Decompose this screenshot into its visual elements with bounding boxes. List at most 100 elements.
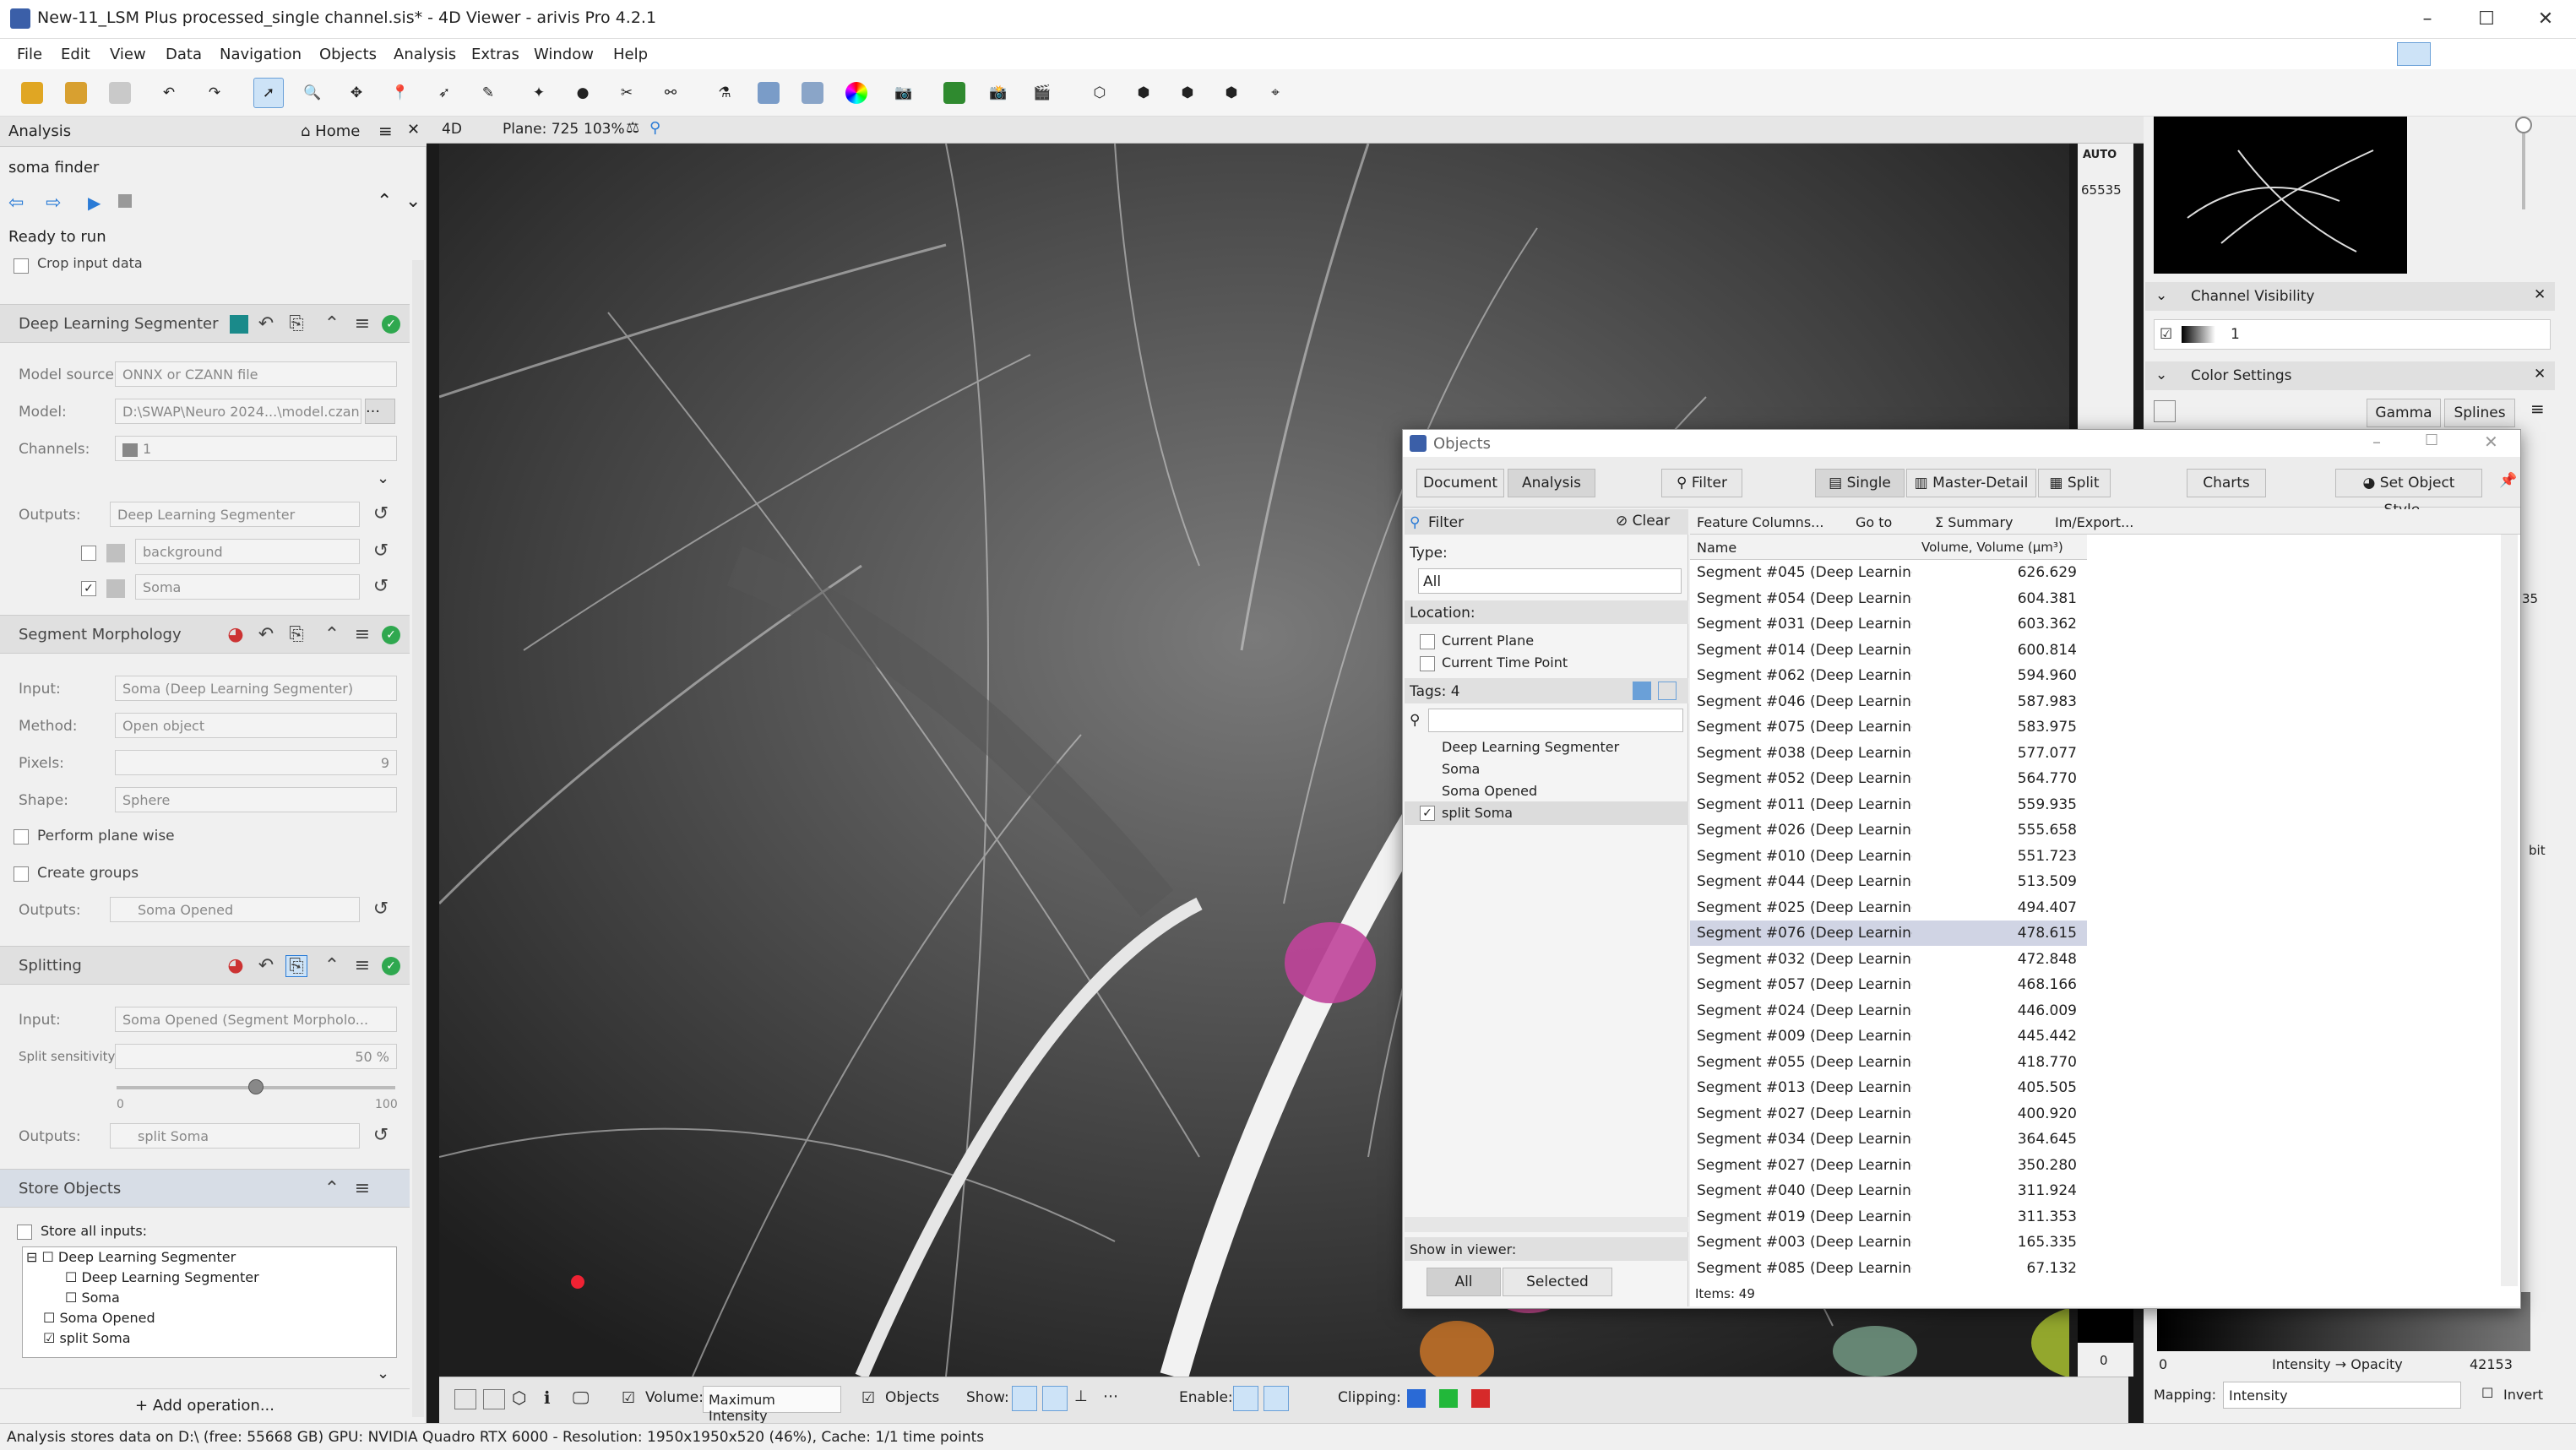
tag-item[interactable]: Soma (1442, 761, 1480, 777)
pin-icon[interactable]: 📌 (2499, 472, 2517, 489)
dls-outputs-field[interactable]: Deep Learning Segmenter (110, 502, 360, 527)
tree-item[interactable]: ☐ Soma (65, 1290, 120, 1306)
store-section-header[interactable]: Store Objects ⌃ ≡ (0, 1169, 410, 1208)
enable-eye-icon[interactable] (1233, 1386, 1258, 1411)
run-icon[interactable]: ▶ (88, 193, 101, 213)
tag-search-input[interactable] (1428, 709, 1683, 732)
overview-thumbnail[interactable] (2154, 117, 2407, 274)
layout-1-icon[interactable] (454, 1389, 476, 1409)
view-master-detail-button[interactable]: ▥ Master-Detail (1906, 469, 2036, 497)
set-object-style-button[interactable]: ◕ Set Object Style... (2335, 469, 2482, 519)
tab-analysis[interactable]: Analysis (1508, 469, 1595, 497)
split-input-select[interactable]: Soma Opened (Segment Morpholo... (115, 1007, 397, 1032)
crosshair-icon[interactable]: ⌖ (1260, 78, 1291, 108)
table-row[interactable]: Segment #019 (Deep Learning ... 311.353 (1690, 1204, 2087, 1230)
pan-tool-icon[interactable]: ✥ (341, 78, 372, 108)
menu-navigation[interactable]: Navigation (220, 46, 302, 63)
invert-checkbox[interactable]: ☐ (2481, 1385, 2493, 1401)
crop-checkbox[interactable] (14, 258, 29, 274)
cube-icon[interactable]: ⬡ (512, 1388, 526, 1408)
import-export-button[interactable]: Im/Export... (2055, 514, 2133, 530)
reset-icon[interactable]: ↺ (370, 503, 392, 525)
tab-document[interactable]: Document (1416, 469, 1504, 497)
table-row[interactable]: Segment #040 (Deep Learning ... 311.924 (1690, 1178, 2087, 1203)
table-row[interactable]: Segment #054 (Deep Learning ... 604.381 (1690, 586, 2087, 611)
table-icon[interactable] (753, 78, 784, 108)
table-row[interactable]: Segment #038 (Deep Learning ... 577.077 (1690, 741, 2087, 766)
enable-target-icon[interactable] (1264, 1386, 1289, 1411)
expand-icon[interactable]: ⌄ (377, 1365, 389, 1382)
options-icon[interactable]: ≡ (2530, 399, 2545, 419)
magic-wand-icon[interactable]: ✦ (524, 78, 554, 108)
brush-tool-icon[interactable]: ● (568, 78, 598, 108)
close-icon[interactable]: ✕ (407, 121, 420, 138)
soma-field[interactable]: Soma (135, 574, 360, 600)
show-selected-button[interactable]: Selected (1503, 1268, 1612, 1296)
table-row[interactable]: Segment #052 (Deep Learning ... 564.770 (1690, 766, 2087, 791)
cube-dark-icon[interactable]: ⬢ (1216, 78, 1247, 108)
connect-tool-icon[interactable]: ⚯ (655, 78, 686, 108)
clip-z-button[interactable] (1471, 1389, 1490, 1408)
minimize-button[interactable]: – (2372, 432, 2381, 452)
layout-toggle-icon[interactable] (2397, 42, 2431, 66)
morph-outputs-field[interactable]: Soma Opened (110, 897, 360, 922)
split-section-header[interactable]: Splitting ◕ ↶ ⎘ ⌃ ≡ ✓ (0, 946, 410, 985)
table-row[interactable]: Segment #034 (Deep Learning ... 364.645 (1690, 1127, 2087, 1152)
tag-add-icon[interactable] (1633, 682, 1651, 700)
channels-select[interactable]: 1 (115, 436, 397, 461)
reset-icon[interactable]: ↺ (370, 540, 392, 562)
menu-file[interactable]: File (17, 46, 42, 63)
color-settings-header[interactable]: ⌄ Color Settings ✕ (2145, 361, 2555, 390)
table-row[interactable]: Segment #057 (Deep Learning ... 468.166 (1690, 972, 2087, 997)
cube-icon[interactable]: ⬢ (1128, 78, 1159, 108)
pin-tool-icon[interactable]: 📍 (385, 78, 416, 108)
table-row[interactable]: Segment #062 (Deep Learning ... 594.960 (1690, 663, 2087, 688)
table-row[interactable]: Segment #013 (Deep Learning ... 405.505 (1690, 1075, 2087, 1100)
collapse-icon[interactable]: ⌃ (321, 1178, 343, 1200)
collapse-down-icon[interactable]: ⌄ (405, 191, 421, 212)
draw-tool-icon[interactable]: ✎ (473, 78, 503, 108)
table-row[interactable]: Segment #026 (Deep Learning ... 555.658 (1690, 817, 2087, 843)
channel-row[interactable]: ☑ 1 (2154, 319, 2551, 350)
table-row[interactable]: Segment #055 (Deep Learning ... 418.770 (1690, 1050, 2087, 1075)
tree-item[interactable]: ☐ Soma Opened (43, 1310, 155, 1326)
table-row[interactable]: Segment #003 (Deep Learning ... 165.335 (1690, 1230, 2087, 1255)
undo-icon[interactable]: ↶ (255, 313, 277, 335)
table-scrollbar[interactable] (2501, 535, 2518, 1286)
channel-visibility-header[interactable]: ⌄ Channel Visibility ✕ (2145, 282, 2555, 311)
volume-checkbox[interactable]: ☑ (622, 1389, 635, 1407)
tag-edit-icon[interactable] (1658, 682, 1677, 700)
create-groups-checkbox[interactable] (14, 866, 29, 882)
menu-data[interactable]: Data (166, 46, 202, 63)
menu-icon[interactable]: ≡ (378, 121, 393, 141)
table-row[interactable]: Segment #014 (Deep Learning ... 600.814 (1690, 638, 2087, 663)
table-row[interactable]: Segment #045 (Deep Learning ... 626.629 (1690, 560, 2087, 585)
reset-icon[interactable]: ↺ (370, 899, 392, 921)
menu-view[interactable]: View (110, 46, 146, 63)
add-operation-button[interactable]: + Add operation... (0, 1388, 410, 1422)
pixels-stepper[interactable]: 9 (115, 750, 397, 775)
collapse-icon[interactable]: ⌃ (321, 313, 343, 335)
redo-icon[interactable]: ↷ (199, 78, 230, 108)
tree-item[interactable]: ⊟ ☐ Deep Learning Segmenter (26, 1249, 236, 1265)
clip-x-button[interactable] (1407, 1389, 1426, 1408)
background-field[interactable]: background (135, 539, 360, 564)
collapse-up-icon[interactable]: ⌃ (377, 191, 392, 212)
table-row[interactable]: Segment #075 (Deep Learning ... 583.975 (1690, 714, 2087, 740)
close-button[interactable]: ✕ (2508, 0, 2576, 39)
method-select[interactable]: Open object (115, 713, 397, 738)
close-icon[interactable]: ✕ (2534, 286, 2546, 303)
camera-icon[interactable]: 📸 (983, 78, 1014, 108)
menu-extras[interactable]: Extras (471, 46, 519, 63)
tag-item-selected[interactable]: ✓ split Soma (1405, 801, 1688, 825)
collapse-icon[interactable]: ⌃ (321, 955, 343, 977)
store-all-checkbox[interactable] (17, 1225, 32, 1240)
color-lut-icon[interactable] (2154, 400, 2176, 422)
view-fit-icon[interactable]: ⬡ (1084, 78, 1115, 108)
clip-y-button[interactable] (1439, 1389, 1458, 1408)
table-row[interactable]: Segment #085 (Deep Learning ... 67.132 (1690, 1256, 2087, 1281)
collapse-icon[interactable]: ⌄ (2155, 367, 2167, 383)
cube-green-icon[interactable]: ⬢ (1172, 78, 1203, 108)
background-checkbox[interactable] (81, 546, 96, 561)
summary-button[interactable]: Σ Summary (1935, 514, 2014, 530)
